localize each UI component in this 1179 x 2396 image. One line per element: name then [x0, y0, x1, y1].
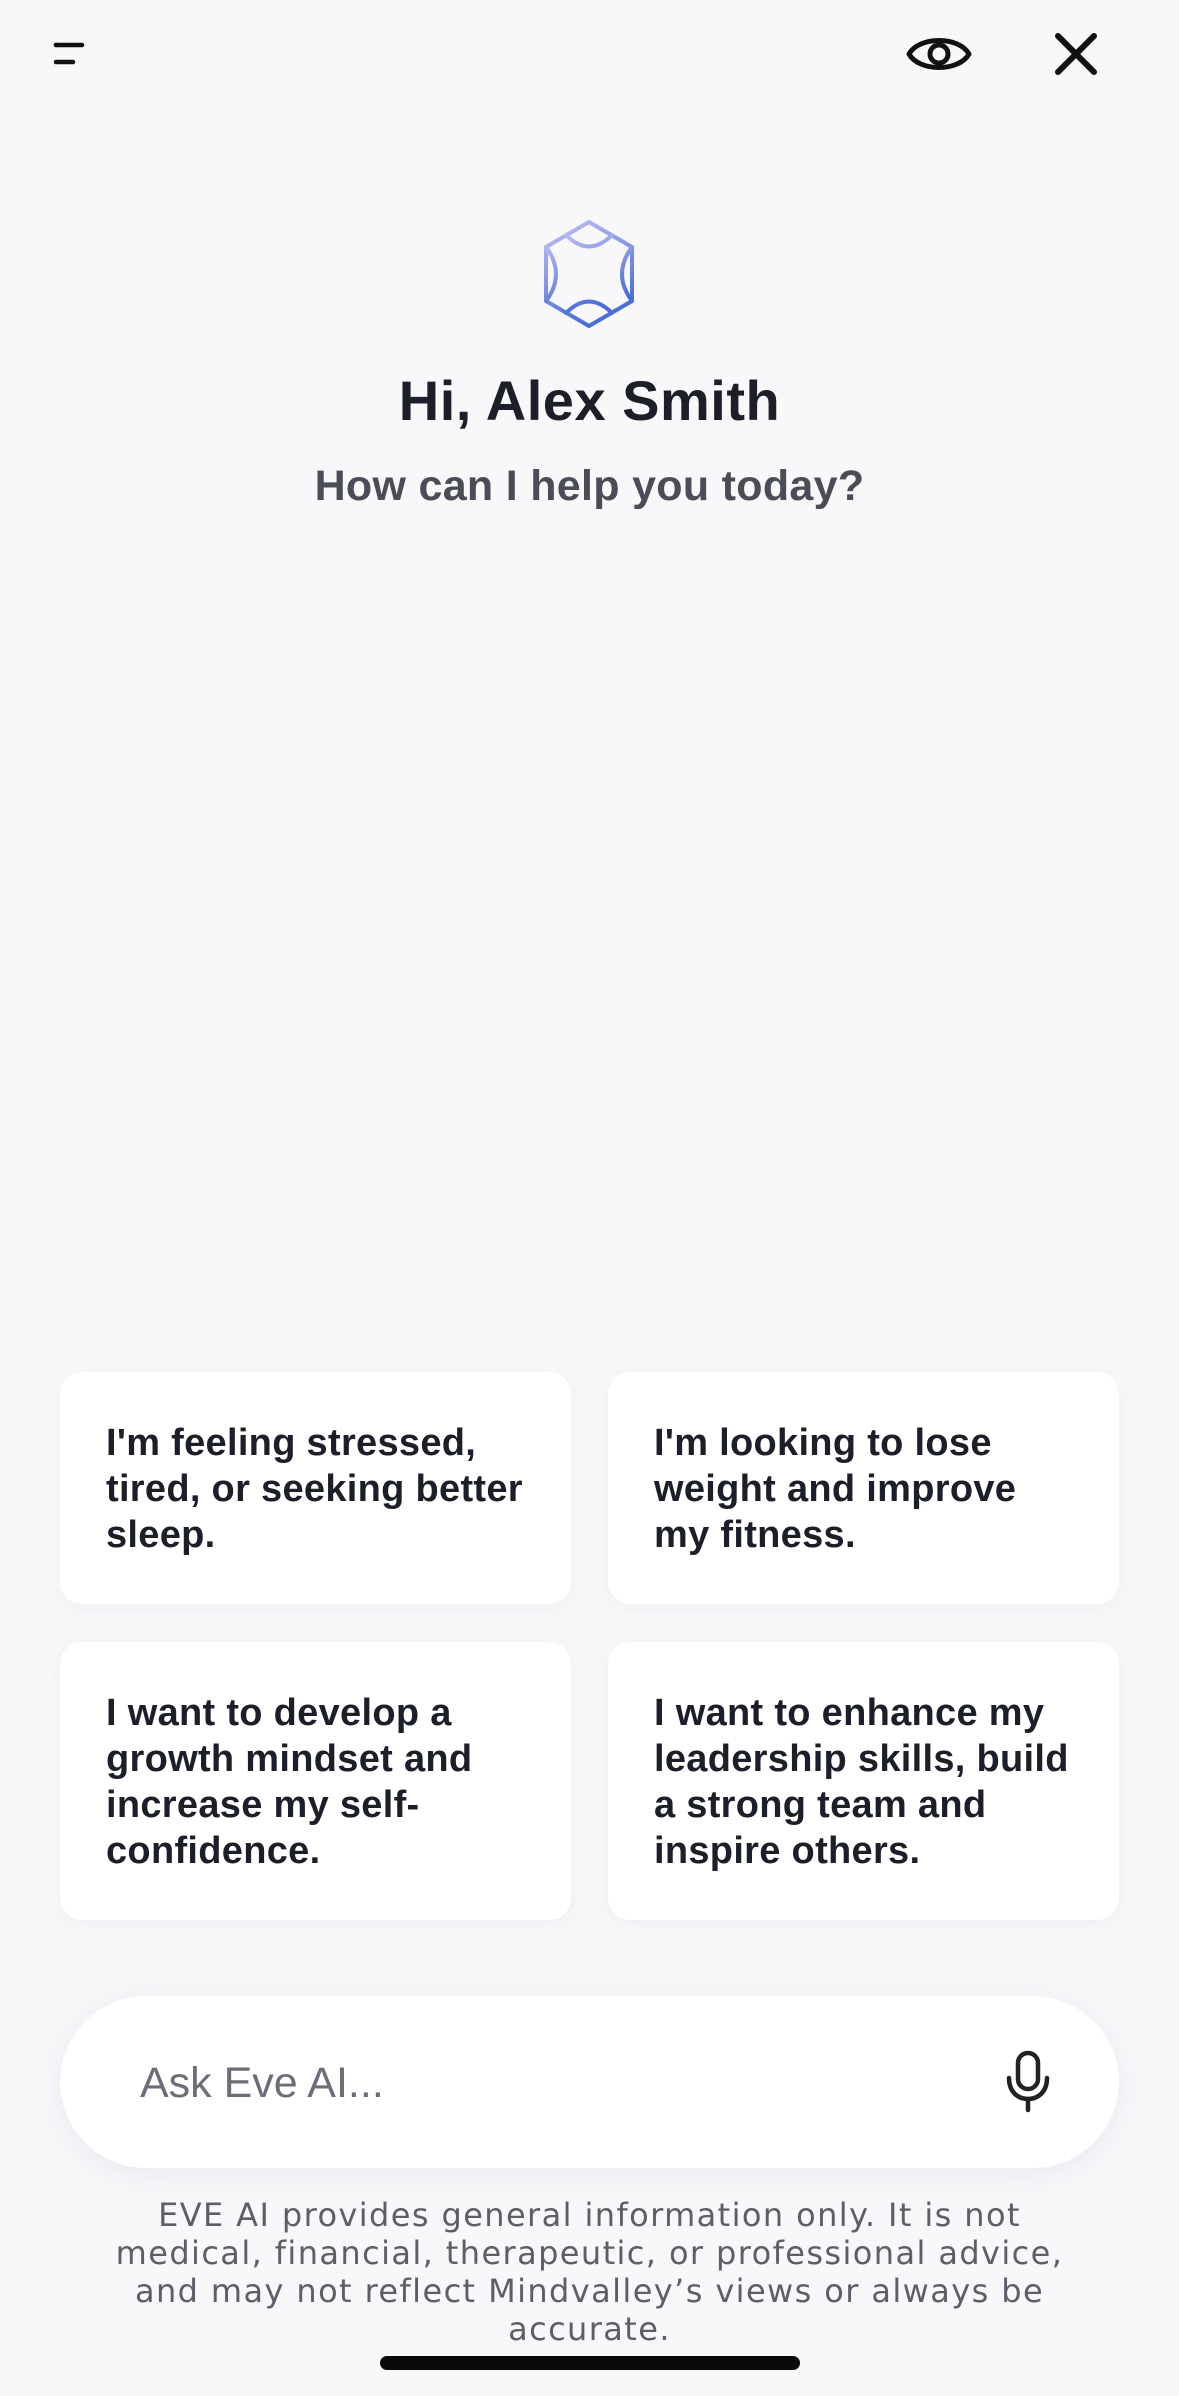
menu-button[interactable] — [40, 22, 120, 86]
ask-input[interactable] — [138, 2044, 942, 2122]
suggestion-card[interactable]: I want to enhance my leadership skills, … — [608, 1642, 1119, 1920]
close-button[interactable] — [1036, 18, 1116, 90]
ask-bar — [60, 1996, 1119, 2168]
microphone-icon — [1006, 2050, 1050, 2113]
close-icon — [1055, 33, 1097, 75]
suggestion-card[interactable]: I want to develop a growth mindset and i… — [60, 1642, 571, 1920]
microphone-button[interactable] — [980, 2040, 1076, 2124]
visibility-toggle-button[interactable] — [898, 18, 980, 90]
eve-logo-icon — [544, 220, 634, 328]
suggestion-text: I'm looking to lose weight and improve m… — [654, 1422, 1017, 1556]
disclaimer-text: EVE AI provides general information only… — [115, 2196, 1064, 2348]
eve-ai-chat-screen: Hi, Alex Smith How can I help you today?… — [0, 0, 1179, 2396]
suggestion-text: I want to develop a growth mindset and i… — [106, 1692, 473, 1872]
home-indicator[interactable] — [380, 2356, 800, 2370]
greeting-subtitle: How can I help you today? — [314, 462, 865, 510]
greeting-title: Hi, Alex Smith — [398, 369, 781, 432]
menu-icon — [53, 42, 85, 65]
suggestion-card[interactable]: I'm feeling stressed, tired, or seeking … — [60, 1372, 571, 1604]
suggestion-text: I'm feeling stressed, tired, or seeking … — [106, 1422, 523, 1556]
suggestion-text: I want to enhance my leadership skills, … — [654, 1692, 1069, 1872]
suggestion-card[interactable]: I'm looking to lose weight and improve m… — [608, 1372, 1119, 1604]
eye-icon — [906, 38, 972, 70]
